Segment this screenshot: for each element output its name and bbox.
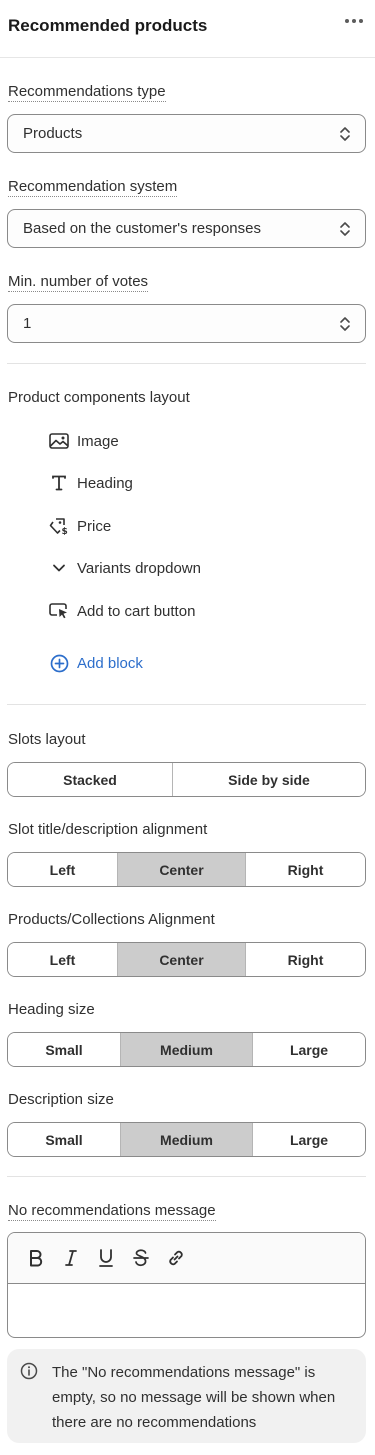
- slot-alignment-label: Slot title/description alignment: [8, 821, 208, 838]
- component-label: Variants dropdown: [77, 559, 201, 577]
- segment-small[interactable]: Small: [8, 1033, 121, 1066]
- component-label: Add to cart button: [77, 602, 196, 620]
- panel-header: Recommended products: [0, 0, 375, 58]
- bold-icon[interactable]: [25, 1247, 47, 1269]
- recommendation-system-select[interactable]: Based on the customer's responses: [7, 209, 366, 248]
- divider: [7, 363, 366, 364]
- info-icon: [20, 1362, 38, 1380]
- add-block-label: Add block: [77, 654, 143, 672]
- underline-icon[interactable]: [95, 1247, 117, 1269]
- description-size-label: Description size: [8, 1091, 114, 1108]
- strikethrough-icon[interactable]: [130, 1247, 152, 1269]
- segment-medium[interactable]: Medium: [121, 1123, 253, 1156]
- chevron-down-icon: [48, 557, 70, 579]
- min-votes-value: 1: [23, 315, 32, 332]
- description-size-segmented: Small Medium Large: [7, 1122, 366, 1157]
- plus-circle-icon: [48, 652, 70, 674]
- svg-text:$: $: [62, 527, 68, 535]
- segment-right[interactable]: Right: [246, 943, 365, 976]
- segment-center[interactable]: Center: [118, 853, 246, 886]
- recommendations-type-value: Products: [23, 125, 83, 142]
- recommendations-type-label: Recommendations type: [8, 83, 166, 102]
- more-actions-icon[interactable]: [343, 10, 365, 32]
- products-alignment-segmented: Left Center Right: [7, 942, 366, 977]
- components-label: Product components layout: [8, 389, 190, 406]
- min-votes-label: Min. number of votes: [8, 273, 149, 292]
- component-image[interactable]: Image: [48, 429, 119, 453]
- slots-layout-segmented: Stacked Side by side: [7, 762, 366, 797]
- no-recs-label: No recommendations message: [8, 1202, 216, 1221]
- recommendations-type-select[interactable]: Products: [7, 114, 366, 153]
- segment-medium[interactable]: Medium: [121, 1033, 253, 1066]
- recommendation-system-value: Based on the customer's responses: [23, 220, 261, 237]
- component-variants-dropdown[interactable]: Variants dropdown: [48, 556, 201, 580]
- component-heading[interactable]: Heading: [48, 471, 133, 495]
- empty-message-notice: The "No recommendations message" is empt…: [7, 1349, 366, 1443]
- segment-stacked[interactable]: Stacked: [8, 763, 173, 796]
- panel-title: Recommended products: [8, 16, 208, 35]
- add-block-button[interactable]: Add block: [48, 651, 143, 675]
- heading-size-label: Heading size: [8, 1001, 95, 1018]
- component-label: Heading: [77, 474, 133, 492]
- component-label: Image: [77, 432, 119, 450]
- price-tag-icon: $: [48, 515, 70, 537]
- segment-left[interactable]: Left: [8, 943, 118, 976]
- segment-right[interactable]: Right: [246, 853, 365, 886]
- slot-alignment-segmented: Left Center Right: [7, 852, 366, 887]
- divider: [7, 1176, 366, 1177]
- products-alignment-label: Products/Collections Alignment: [8, 911, 215, 928]
- component-label: Price: [77, 517, 112, 535]
- editor-content[interactable]: [8, 1284, 365, 1337]
- recommendation-system-label: Recommendation system: [8, 178, 178, 197]
- segment-side-by-side[interactable]: Side by side: [173, 763, 365, 796]
- segment-center[interactable]: Center: [118, 943, 246, 976]
- italic-icon[interactable]: [60, 1247, 82, 1269]
- select-chevron-icon: [340, 317, 350, 331]
- link-icon[interactable]: [165, 1247, 187, 1269]
- editor-toolbar: [8, 1233, 365, 1284]
- segment-left[interactable]: Left: [8, 853, 118, 886]
- component-price[interactable]: $ Price: [48, 514, 111, 538]
- segment-small[interactable]: Small: [8, 1123, 121, 1156]
- image-icon: [48, 430, 70, 452]
- segment-large[interactable]: Large: [253, 1123, 365, 1156]
- heading-size-segmented: Small Medium Large: [7, 1032, 366, 1067]
- notice-text: The "No recommendations message" is empt…: [52, 1364, 336, 1431]
- no-recs-editor: [7, 1232, 366, 1338]
- cursor-button-icon: [48, 600, 70, 622]
- min-votes-select[interactable]: 1: [7, 304, 366, 343]
- slots-layout-label: Slots layout: [8, 731, 86, 748]
- select-chevron-icon: [340, 222, 350, 236]
- segment-large[interactable]: Large: [253, 1033, 365, 1066]
- text-icon: [48, 472, 70, 494]
- component-add-to-cart[interactable]: Add to cart button: [48, 599, 195, 623]
- select-chevron-icon: [340, 127, 350, 141]
- divider: [7, 704, 366, 705]
